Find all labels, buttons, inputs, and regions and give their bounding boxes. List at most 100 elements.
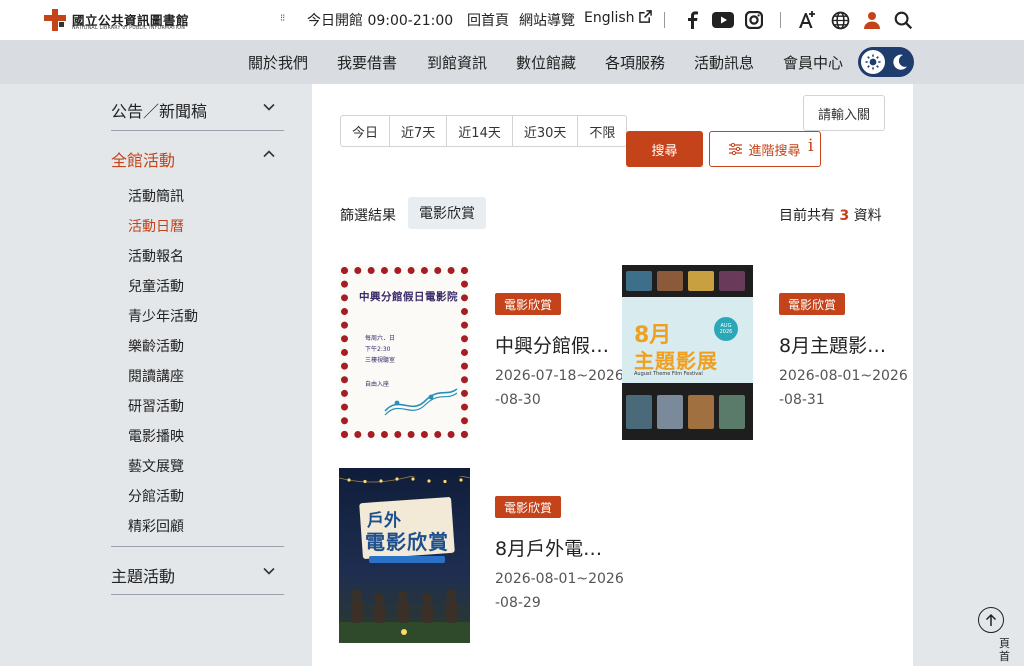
string-lights-icon [339,476,470,484]
event-date: 2026-08-01~2026-08-31 [779,368,908,408]
sidebar-item-children[interactable]: 兒童活動 [128,276,184,296]
count-suffix: 資料 [853,208,882,224]
filter-result-label: 篩選結果 [340,208,396,224]
back-to-top-button[interactable] [978,607,1004,633]
globe-icon[interactable] [830,10,850,30]
sidebar-item-highlights[interactable]: 精彩回顧 [128,516,184,536]
count-number: 3 [839,208,850,224]
nav-visit[interactable]: 到館資訊 [427,52,487,73]
theme-toggle[interactable] [858,47,914,77]
poster-line: 下午2:30 [365,346,391,353]
sidebar-item-workshops[interactable]: 研習活動 [128,396,184,416]
chevron-up-icon[interactable] [262,147,276,161]
sitemap-link[interactable]: 網站導覽 [519,10,575,30]
event-title[interactable]: 8月戶外電… [495,534,602,561]
range-today[interactable]: 今日 [341,116,391,146]
divider [111,130,284,131]
sidebar-item-youth[interactable]: 青少年活動 [128,306,198,326]
poster-line: 三樓視聽室 [365,357,396,364]
range-7-days[interactable]: 近7天 [390,116,448,146]
back-to-top-label: 頁首 [999,637,1010,663]
event-poster-3[interactable]: 戶外 電影欣賞 [339,468,470,643]
active-filter-chip[interactable]: 電影欣賞 [408,197,486,229]
advanced-search-label: 進階搜尋 [748,143,801,159]
sidebar-item-calendar[interactable]: 活動日曆 [128,216,184,236]
grid-dots-icon[interactable]: ⁝⁝ [280,13,285,24]
sun-icon [861,50,885,74]
poster-title: 電影欣賞 [365,530,449,554]
sidebar-section-theme-events[interactable]: 主題活動 [111,563,175,587]
moon-icon [893,54,907,70]
event-tag: 電影欣賞 [495,293,562,315]
instagram-icon[interactable] [744,10,764,30]
sidebar-item-registration[interactable]: 活動報名 [128,246,184,266]
sidebar-item-senior[interactable]: 樂齡活動 [128,336,184,356]
facebook-icon[interactable] [682,10,702,30]
external-link-icon [639,10,652,23]
nav-about[interactable]: 關於我們 [248,52,308,73]
poster-line: 每周六．日 [365,335,396,342]
font-size-icon[interactable] [797,10,817,30]
nav-borrow[interactable]: 我要借書 [337,52,397,73]
range-14-days[interactable]: 近14天 [447,116,513,146]
event-title[interactable]: 中興分館假… [495,331,609,358]
library-logo-icon [44,9,66,31]
sidebar-item-film-screenings[interactable]: 電影播映 [128,426,184,446]
main-content: 今日 近7天 近14天 近30天 不限 請輸入關 搜尋 進階搜尋 i 篩選結果 … [312,84,913,666]
poster-info: 每周六．日 下午2:30 三樓視聽室 [365,333,395,366]
film-strip [622,265,753,297]
event-tag: 電影欣賞 [495,496,562,518]
english-label: English [584,10,635,26]
top-bar: 國立公共資訊圖書館 NATIONAL LIBRARY of PUBLIC INF… [0,0,1024,40]
sidebar-section-all-events[interactable]: 全館活動 [111,147,175,171]
arrow-up-icon [985,613,997,626]
event-poster-2[interactable]: 8月 AUG 2026 主題影展 August Theme Film Festi… [622,265,753,440]
nav-digital[interactable]: 數位館藏 [516,52,576,73]
divider [664,12,665,28]
english-link[interactable]: English [584,10,652,26]
chevron-down-icon[interactable] [262,100,276,114]
search-icon[interactable] [893,10,913,30]
event-title[interactable]: 8月主題影… [779,331,886,358]
logo[interactable]: 國立公共資訊圖書館 NATIONAL LIBRARY of PUBLIC INF… [0,0,216,40]
search-button[interactable]: 搜尋 [626,131,703,167]
library-subtitle: NATIONAL LIBRARY of PUBLIC INFORMATION [72,26,185,31]
keyword-input[interactable]: 請輸入關 [803,95,885,131]
badge-year: 2026 [719,329,733,335]
sidebar-section-announcements[interactable]: 公告／新聞稿 [111,98,207,122]
aug-badge: AUG 2026 [714,317,738,341]
date-range-group: 今日 近7天 近14天 近30天 不限 [340,115,628,147]
sidebar-item-reading-lectures[interactable]: 閱讀講座 [128,366,184,386]
chevron-down-icon[interactable] [262,564,276,578]
range-unlimited[interactable]: 不限 [578,116,626,146]
event-date: 2026-07-18~2026-08-30 [495,368,624,408]
poster-subtitle: August Theme Film Festival [634,371,703,377]
member-icon[interactable] [862,10,882,30]
poster-ribbon [369,556,445,563]
event-poster-1[interactable]: 中興分館假日電影院 每周六．日 下午2:30 三樓視聽室 自由入座 [339,265,470,440]
home-link[interactable]: 回首頁 [467,10,509,30]
nav-member[interactable]: 會員中心 [783,52,843,73]
music-staff-icon [384,388,458,416]
event-tag: 電影欣賞 [779,293,846,315]
sidebar-item-branch-events[interactable]: 分館活動 [128,486,184,506]
sidebar-item-newsletter[interactable]: 活動簡訊 [128,186,184,206]
poster-title: 主題影展 [634,349,718,373]
divider [111,546,284,547]
range-30-days[interactable]: 近30天 [513,116,579,146]
sidebar-item-exhibitions[interactable]: 藝文展覽 [128,456,184,476]
divider [111,594,284,595]
divider [780,12,781,28]
nav-events[interactable]: 活動訊息 [694,52,754,73]
event-date: 2026-08-01~2026-08-29 [495,571,624,611]
sliders-icon [729,143,743,155]
advanced-search-button[interactable]: 進階搜尋 [709,131,821,167]
opening-hours: 今日開館 09:00-21:00 [307,13,454,29]
audience-silhouette-icon [339,589,470,643]
result-count: 目前共有 3 資料 [779,205,882,225]
sidebar: 公告／新聞稿 全館活動 活動簡訊 活動日曆 活動報名 兒童活動 青少年活動 樂齡… [0,84,312,666]
youtube-icon[interactable] [712,10,734,30]
nav-services[interactable]: 各項服務 [605,52,665,73]
count-prefix: 目前共有 [779,208,835,224]
info-icon[interactable]: i [808,136,813,156]
